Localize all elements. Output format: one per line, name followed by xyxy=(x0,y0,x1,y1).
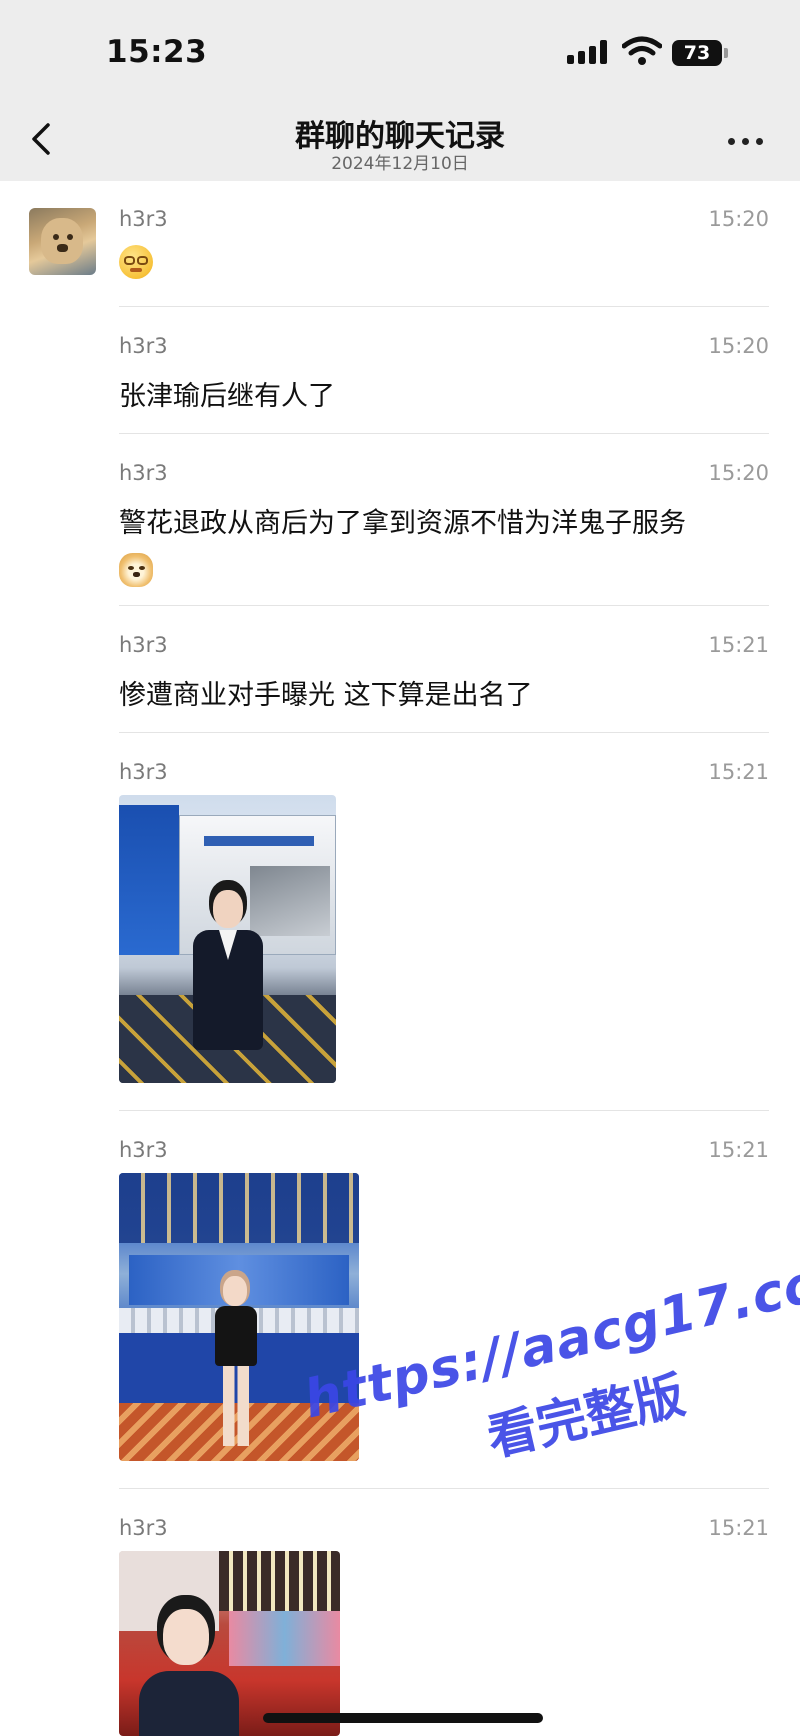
message-photo[interactable] xyxy=(119,1173,359,1461)
sender-name: h3r3 xyxy=(119,760,168,784)
sender-name: h3r3 xyxy=(119,334,168,358)
chat-message: h3r3 15:21 惨遭商业对手曝光 这下算是出名了 xyxy=(119,633,769,711)
message-divider xyxy=(119,1110,769,1111)
sender-name: h3r3 xyxy=(119,1138,168,1162)
message-text: 张津瑜后继有人了 xyxy=(119,381,335,412)
chat-message: h3r3 15:21 xyxy=(119,1516,769,1546)
message-divider xyxy=(119,433,769,434)
home-indicator[interactable] xyxy=(263,1713,543,1723)
message-time: 15:21 xyxy=(708,633,769,657)
status-bar: 15:23 73 xyxy=(0,0,800,105)
wifi-icon xyxy=(622,36,662,65)
message-time: 15:21 xyxy=(708,1516,769,1540)
chat-message: h3r3 15:20 警花退政从商后为了拿到资源不惜为洋鬼子服务 xyxy=(119,461,769,587)
battery-tip-icon xyxy=(724,48,728,58)
sender-name: h3r3 xyxy=(119,207,168,231)
watermark-url: https://aacg17.com xyxy=(298,1240,800,1431)
doge-emoji-icon xyxy=(119,553,153,587)
chat-message: h3r3 15:21 xyxy=(119,760,769,790)
message-time: 15:21 xyxy=(708,760,769,784)
message-time: 15:20 xyxy=(708,334,769,358)
page-subtitle-date: 2024年12月10日 xyxy=(331,154,469,174)
sender-name: h3r3 xyxy=(119,461,168,485)
message-time: 15:21 xyxy=(708,1138,769,1162)
sender-name: h3r3 xyxy=(119,1516,168,1540)
nav-bar: 群聊的聊天记录 2024年12月10日 xyxy=(0,105,800,181)
message-text: 惨遭商业对手曝光 这下算是出名了 xyxy=(119,680,533,711)
message-photo[interactable] xyxy=(119,795,336,1083)
cellular-signal-icon xyxy=(567,40,609,64)
message-text: 警花退政从商后为了拿到资源不惜为洋鬼子服务 xyxy=(119,508,686,539)
watermark: https://aacg17.com 看完整版 xyxy=(290,1218,800,1501)
message-divider xyxy=(119,732,769,733)
message-divider xyxy=(119,306,769,307)
battery-indicator: 73 xyxy=(672,40,722,66)
message-photo[interactable] xyxy=(119,1551,340,1736)
watermark-caption: 看完整版 xyxy=(481,1365,690,1468)
status-time: 15:23 xyxy=(106,34,208,70)
glasses-face-emoji-icon xyxy=(119,245,153,279)
message-time: 15:20 xyxy=(708,207,769,231)
message-divider xyxy=(119,1488,769,1489)
message-divider xyxy=(119,605,769,606)
message-time: 15:20 xyxy=(708,461,769,485)
more-options-icon[interactable] xyxy=(720,129,770,153)
chat-message: h3r3 15:21 xyxy=(119,1138,769,1168)
sender-name: h3r3 xyxy=(119,633,168,657)
chat-message: h3r3 15:20 张津瑜后继有人了 xyxy=(119,334,769,412)
sender-avatar[interactable] xyxy=(29,208,96,275)
chat-message: h3r3 15:20 xyxy=(119,207,769,279)
